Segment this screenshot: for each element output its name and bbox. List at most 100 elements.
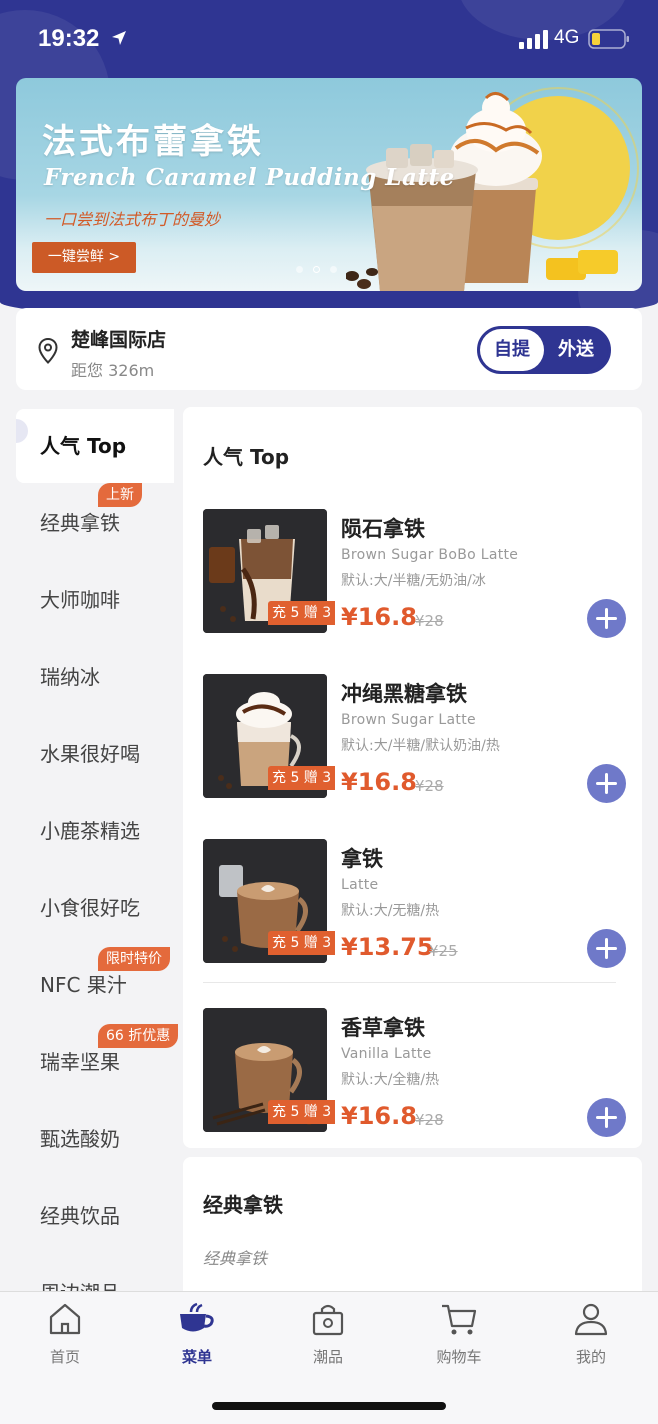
product-name: 冲绳黑糖拿铁 bbox=[341, 682, 467, 706]
product-name: 陨石拿铁 bbox=[341, 517, 425, 541]
tab-label: 我的 bbox=[575, 1348, 606, 1366]
sidebar-item-label: 水果很好喝 bbox=[40, 742, 140, 766]
carousel-dot[interactable] bbox=[330, 266, 337, 273]
carousel-dot-active[interactable] bbox=[313, 266, 320, 273]
sidebar-item-classic-latte[interactable]: 经典拿铁 bbox=[16, 486, 174, 560]
sidebar-item-label: 经典饮品 bbox=[40, 1204, 120, 1228]
add-to-cart-button[interactable] bbox=[587, 599, 626, 638]
product-options: 默认:大/无糖/热 bbox=[341, 903, 440, 919]
tab-label: 首页 bbox=[49, 1348, 80, 1366]
product-item[interactable]: 充 5 赠 3 香草拿铁 Vanilla Latte 默认:大/全糖/热 ¥16… bbox=[183, 1008, 642, 1148]
signal-icon bbox=[519, 30, 548, 49]
promo-banner[interactable]: 法式布蕾拿铁 French Caramel Pudding Latte 一口尝到… bbox=[16, 78, 642, 291]
location-arrow-icon bbox=[112, 31, 126, 45]
sidebar-item-yogurt[interactable]: 甄选酸奶 bbox=[16, 1102, 174, 1176]
network-label: 4G bbox=[554, 27, 580, 48]
carousel-dots bbox=[296, 266, 337, 273]
sidebar-item-classic-drinks[interactable]: 经典饮品 bbox=[16, 1179, 174, 1253]
status-bar: 19:32 4G bbox=[0, 0, 658, 78]
cart-icon bbox=[442, 1304, 477, 1335]
discount-badge: 66 折优惠 bbox=[98, 1024, 179, 1048]
delivery-option[interactable]: 外送 bbox=[544, 329, 608, 371]
user-icon bbox=[574, 1303, 608, 1336]
product-price: ¥16.8 bbox=[341, 768, 417, 796]
product-item[interactable]: 充 5 赠 3 陨石拿铁 Brown Sugar BoBo Latte 默认:大… bbox=[183, 509, 642, 659]
sidebar-item-master-coffee[interactable]: 大师咖啡 bbox=[16, 563, 174, 637]
category-sidebar: 人气 Top 经典拿铁 大师咖啡 瑞纳冰 水果很好喝 小鹿茶精选 小食很好吃 N… bbox=[16, 407, 176, 1292]
sidebar-item-fruit-drinks[interactable]: 水果很好喝 bbox=[16, 717, 174, 791]
sidebar-item-label: 大师咖啡 bbox=[40, 588, 120, 612]
add-to-cart-button[interactable] bbox=[587, 1098, 626, 1137]
product-original-price: ¥28 bbox=[415, 1111, 444, 1129]
tab-profile[interactable]: 我的 bbox=[546, 1302, 636, 1372]
try-now-button[interactable]: 一键尝鲜 > bbox=[32, 242, 136, 273]
product-original-price: ¥25 bbox=[429, 942, 458, 960]
coffee-cup-icon bbox=[180, 1302, 214, 1332]
promo-tag: 充 5 赠 3 bbox=[268, 601, 336, 625]
banner-subtitle: French Caramel Pudding Latte bbox=[44, 164, 455, 191]
sidebar-item-label: 瑞纳冰 bbox=[40, 665, 100, 689]
product-price: ¥16.8 bbox=[341, 1102, 417, 1130]
product-english-name: Brown Sugar Latte bbox=[341, 712, 476, 728]
section-subtitle: 经典拿铁 bbox=[203, 1249, 268, 1268]
banner-tagline: 一口尝到法式布丁的曼妙 bbox=[44, 210, 221, 229]
tab-home[interactable]: 首页 bbox=[20, 1302, 110, 1372]
special-price-badge: 限时特价 bbox=[98, 947, 170, 971]
battery-icon bbox=[588, 29, 629, 49]
product-original-price: ¥28 bbox=[415, 777, 444, 795]
promo-tag: 充 5 赠 3 bbox=[268, 766, 336, 790]
product-options: 默认:大/半糖/无奶油/冰 bbox=[341, 573, 486, 589]
divider bbox=[203, 982, 616, 983]
product-original-price: ¥28 bbox=[415, 612, 444, 630]
sidebar-item-label: 小食很好吃 bbox=[40, 896, 140, 920]
product-item[interactable]: 充 5 赠 3 拿铁 Latte 默认:大/无糖/热 ¥13.75 ¥25 bbox=[183, 839, 642, 989]
sidebar-item-label: 经典拿铁 bbox=[40, 511, 120, 535]
tab-menu[interactable]: 菜单 bbox=[152, 1302, 242, 1372]
product-english-name: Brown Sugar BoBo Latte bbox=[341, 547, 519, 563]
promo-tag: 充 5 赠 3 bbox=[268, 931, 336, 955]
sidebar-item-label: NFC 果汁 bbox=[40, 973, 127, 997]
product-price: ¥16.8 bbox=[341, 603, 417, 631]
sidebar-item-popular[interactable]: 人气 Top bbox=[16, 409, 174, 483]
product-english-name: Vanilla Latte bbox=[341, 1046, 432, 1062]
carousel-dot[interactable] bbox=[296, 266, 303, 273]
promo-tag: 充 5 赠 3 bbox=[268, 1100, 336, 1124]
tab-label: 购物车 bbox=[436, 1348, 482, 1366]
sidebar-item-tea[interactable]: 小鹿茶精选 bbox=[16, 794, 174, 868]
product-options: 默认:大/全糖/热 bbox=[341, 1072, 440, 1088]
store-name: 楚峰国际店 bbox=[71, 329, 167, 351]
tab-label: 菜单 bbox=[181, 1348, 212, 1366]
sidebar-item-label: 人气 Top bbox=[40, 434, 127, 458]
add-to-cart-button[interactable] bbox=[587, 929, 626, 968]
product-panel-popular: 人气 Top 充 5 赠 3 陨石拿铁 Brown Sugar BoBo Lat… bbox=[183, 407, 642, 1148]
home-indicator[interactable] bbox=[212, 1402, 446, 1410]
store-distance: 距您 326m bbox=[71, 361, 155, 380]
sidebar-item-label: 甄选酸奶 bbox=[40, 1127, 120, 1151]
sidebar-item-snacks[interactable]: 小食很好吃 bbox=[16, 871, 174, 945]
sidebar-item-label: 小鹿茶精选 bbox=[40, 819, 140, 843]
product-english-name: Latte bbox=[341, 877, 379, 893]
product-name: 香草拿铁 bbox=[341, 1016, 425, 1040]
store-card[interactable]: 楚峰国际店 距您 326m 自提 外送 bbox=[16, 308, 642, 390]
banner-title: 法式布蕾拿铁 bbox=[42, 122, 264, 162]
sidebar-item-ice[interactable]: 瑞纳冰 bbox=[16, 640, 174, 714]
tab-cart[interactable]: 购物车 bbox=[414, 1302, 504, 1372]
section-title: 经典拿铁 bbox=[203, 1193, 283, 1217]
section-title: 人气 Top bbox=[203, 445, 290, 469]
home-icon bbox=[49, 1303, 81, 1335]
product-options: 默认:大/半糖/默认奶油/热 bbox=[341, 738, 500, 754]
pickup-delivery-toggle[interactable]: 自提 外送 bbox=[477, 326, 611, 374]
add-to-cart-button[interactable] bbox=[587, 764, 626, 803]
product-item[interactable]: 充 5 赠 3 冲绳黑糖拿铁 Brown Sugar Latte 默认:大/半糖… bbox=[183, 674, 642, 824]
location-pin-icon bbox=[38, 338, 58, 364]
status-time: 19:32 bbox=[38, 25, 100, 52]
pickup-option[interactable]: 自提 bbox=[480, 329, 544, 371]
tab-label: 潮品 bbox=[312, 1348, 343, 1366]
sidebar-item-label: 瑞幸坚果 bbox=[40, 1050, 120, 1074]
product-price: ¥13.75 bbox=[341, 933, 434, 961]
product-name: 拿铁 bbox=[341, 847, 383, 871]
tab-merch[interactable]: 潮品 bbox=[283, 1302, 373, 1372]
shopping-bag-icon bbox=[312, 1304, 344, 1336]
new-badge: 上新 bbox=[98, 483, 142, 507]
sidebar-item-merch[interactable]: 周边潮品 bbox=[16, 1256, 174, 1292]
